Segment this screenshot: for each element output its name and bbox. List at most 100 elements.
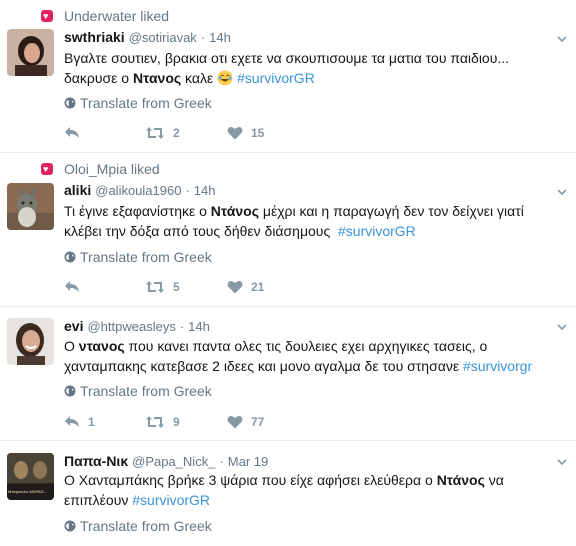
retweet-count: 2 [173, 126, 180, 140]
hashtag-link[interactable]: #survivorGR [338, 223, 416, 239]
text-fragment: που κανει παντα ολες τις δουλειες εχει α… [124, 338, 488, 354]
reply-icon [65, 281, 79, 292]
text-fragment: χανταμπακης κατεβασε 2 ιδεες και μονο αγ… [64, 358, 460, 374]
tweet-text-line: Ο Χανταμπάκης βρήκε 3 ψάρια που είχε αφή… [64, 470, 564, 490]
separator-dot: · [179, 319, 185, 334]
translate-link[interactable]: Translate from Greek [64, 383, 212, 399]
text-fragment: να [484, 472, 504, 488]
reply-icon [65, 416, 79, 427]
text-fragment: κλέβει την δόξα από τους δήθεν διάσημους [64, 223, 331, 239]
tweet-text-line: κλέβει την δόξα από τους δήθεν διάσημους… [64, 221, 564, 241]
timeline-feed: Underwater liked swthriaki @sotiriavak ·… [0, 0, 576, 546]
reply-button[interactable] [64, 280, 145, 294]
fullname[interactable]: aliki [64, 182, 91, 198]
retweet-button[interactable]: 9 [145, 415, 227, 429]
heart-icon [227, 281, 243, 294]
chevron-down-icon[interactable] [556, 456, 568, 468]
reply-button[interactable] [64, 126, 145, 140]
retweet-icon [146, 281, 164, 293]
username[interactable]: @alikoula1960 [95, 183, 181, 198]
text-fragment: μέχρι και η παραγωγή δεν τον δείχνει για… [259, 203, 524, 219]
text-fragment: επιπλέουν [64, 492, 129, 508]
highlighted-term: Ντανος [132, 70, 182, 86]
avatar[interactable]: Μπερισκλιν ΜΑΡΑΘ... [7, 453, 54, 500]
chevron-down-icon[interactable] [556, 186, 568, 198]
translate-link[interactable]: Translate from Greek [64, 518, 212, 534]
crying-laughing-emoji-icon [217, 70, 233, 86]
like-button[interactable]: 21 [227, 280, 264, 294]
username[interactable]: @Papa_Nick_ [132, 454, 215, 469]
hashtag-link[interactable]: #survivorGR [132, 492, 210, 508]
reply-button[interactable]: 1 [64, 415, 145, 429]
tweet-text-line: Βγαλτε σουτιεν, βρακια οτι εχετε να σκου… [64, 50, 510, 66]
retweet-button[interactable]: 2 [145, 126, 227, 140]
retweet-count: 5 [173, 280, 180, 294]
fullname[interactable]: evi [64, 318, 83, 334]
timestamp[interactable]: Mar 19 [228, 454, 268, 469]
like-button[interactable]: 15 [227, 126, 264, 140]
tweet[interactable]: Μπερισκλιν ΜΑΡΑΘ... Παπα-Νικ @Papa_Nick_… [0, 441, 576, 546]
globe-icon [64, 97, 76, 109]
text-fragment: καλε [181, 70, 218, 86]
heart-icon [227, 127, 243, 140]
timestamp[interactable]: 14h [194, 183, 216, 198]
tweet-text-line: δακρυσε ο Ντανος καλε #survivorGR [64, 68, 564, 88]
liked-context: Underwater liked [41, 7, 169, 25]
username[interactable]: @httpweasleys [87, 319, 175, 334]
tweet-text-line: Τι έγινε εξαφανίστηκε ο Ντάνος μέχρι και… [64, 201, 564, 221]
tweet[interactable]: Oloi_Μpia liked aliki @alikoula1960 · 14… [0, 153, 576, 307]
avatar-caption: Μπερισκλιν ΜΑΡΑΘ... [8, 489, 47, 494]
translate-link[interactable]: Translate from Greek [64, 249, 212, 265]
text-fragment: Ο [64, 338, 79, 354]
chevron-down-icon[interactable] [556, 33, 568, 45]
separator-dot: · [219, 454, 224, 469]
hashtag-link[interactable]: #survivorGR [237, 70, 315, 86]
tweet-actions: 2 15 [64, 123, 264, 143]
avatar[interactable] [7, 183, 54, 230]
timestamp[interactable]: 14h [188, 319, 210, 334]
highlighted-term: Ντάνος [210, 203, 259, 219]
chevron-down-icon[interactable] [556, 321, 568, 333]
tweet-header: Παπα-Νικ @Papa_Nick_ · Mar 19 [64, 453, 268, 471]
tweet-header: evi @httpweasleys · 14h [64, 318, 210, 336]
tweet-header: swthriaki @sotiriavak · 14h [64, 29, 231, 47]
tweet-text-line: χανταμπακης κατεβασε 2 ιδεες και μονο αγ… [64, 356, 564, 376]
like-count: 77 [251, 415, 265, 429]
text-fragment: Ο Χανταμπάκης βρήκε 3 ψάρια που είχε αφή… [64, 472, 437, 488]
tweet[interactable]: evi @httpweasleys · 14h Ο ντανος που καν… [0, 307, 576, 441]
context-text[interactable]: Underwater liked [64, 8, 169, 24]
context-text[interactable]: Oloi_Μpia liked [64, 161, 160, 177]
tweet-text-line: Ο ντανος που κανει παντα ολες τις δουλει… [64, 336, 564, 356]
separator-dot: · [200, 30, 206, 45]
retweet-icon [146, 127, 164, 139]
avatar[interactable] [7, 318, 54, 365]
text-fragment: Τι έγινε εξαφανίστηκε ο [64, 203, 211, 219]
separator-dot: · [185, 183, 190, 198]
tweet-text: Τι έγινε εξαφανίστηκε ο Ντάνος μέχρι και… [64, 201, 564, 241]
timestamp[interactable]: 14h [209, 30, 231, 45]
tweet-actions: 1 9 77 [64, 412, 264, 432]
translate-label: Translate from Greek [80, 383, 212, 399]
username[interactable]: @sotiriavak [129, 30, 197, 45]
hashtag-link[interactable]: #survivorgr [463, 358, 532, 374]
translate-link[interactable]: Translate from Greek [64, 95, 212, 111]
translate-label: Translate from Greek [80, 95, 212, 111]
text-fragment: δακρυσε ο [64, 70, 133, 86]
retweet-count: 9 [173, 415, 180, 429]
fullname[interactable]: swthriaki [64, 29, 125, 45]
tweet[interactable]: Underwater liked swthriaki @sotiriavak ·… [0, 0, 576, 153]
translate-label: Translate from Greek [80, 518, 212, 534]
like-count: 15 [251, 126, 265, 140]
fullname[interactable]: Παπα-Νικ [64, 453, 128, 469]
retweet-button[interactable]: 5 [145, 280, 227, 294]
translate-label: Translate from Greek [80, 249, 212, 265]
tweet-text: Βγαλτε σουτιεν, βρακια οτι εχετε να σκου… [64, 48, 564, 88]
highlighted-term: ντανος [78, 338, 125, 354]
avatar[interactable] [7, 29, 54, 76]
like-button[interactable]: 77 [227, 415, 264, 429]
globe-icon [64, 520, 76, 532]
like-count: 21 [251, 280, 265, 294]
heart-badge-icon [41, 9, 53, 23]
heart-badge-icon [41, 162, 53, 176]
retweet-icon [146, 416, 164, 428]
